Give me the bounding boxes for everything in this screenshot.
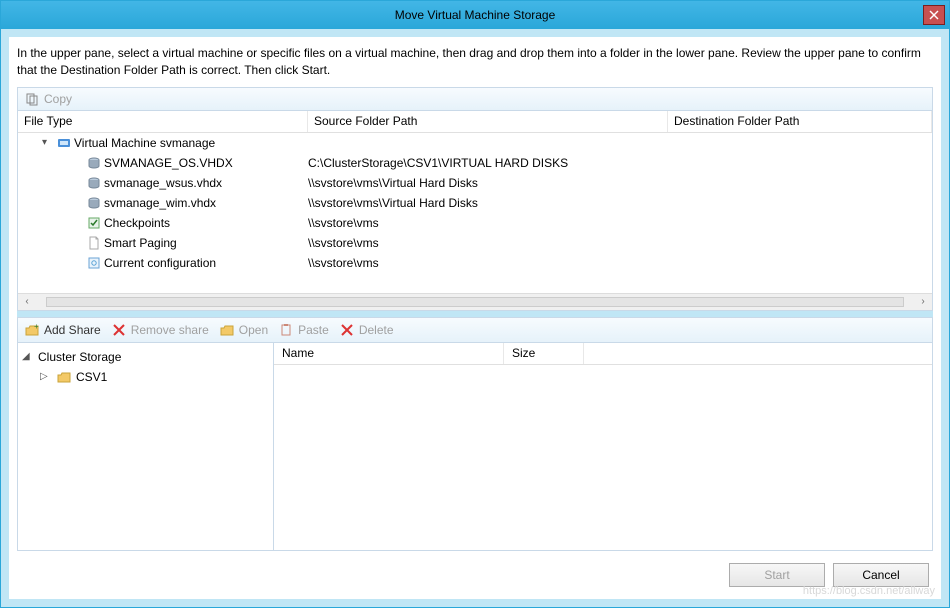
list-header-size[interactable]: Size [504, 343, 584, 364]
upper-column-headers: File Type Source Folder Path Destination… [18, 111, 932, 133]
expand-child-icon[interactable]: ▷ [40, 371, 52, 382]
scroll-right-icon[interactable]: › [916, 296, 930, 307]
lower-wrap: + Add Share Remove share Open [17, 317, 933, 591]
scroll-left-icon[interactable]: ‹ [20, 296, 34, 307]
col-header-destination[interactable]: Destination Folder Path [668, 111, 932, 132]
vm-item-name: Current configuration [104, 256, 216, 270]
tree-child[interactable]: ▷ CSV1 [22, 367, 269, 387]
vm-item-name: SVMANAGE_OS.VHDX [104, 156, 233, 170]
start-button[interactable]: Start [729, 563, 825, 587]
vm-item-row[interactable]: Current configuration \\svstore\vms [18, 253, 932, 273]
open-button[interactable]: Open [219, 322, 268, 338]
remove-share-button[interactable]: Remove share [111, 322, 209, 338]
disk-icon [86, 155, 102, 171]
scroll-thumb[interactable] [46, 297, 904, 307]
vm-item-source: \\svstore\vms\Virtual Hard Disks [308, 196, 668, 210]
folder-icon [56, 369, 72, 385]
delete-label: Delete [359, 323, 394, 337]
upper-horizontal-scrollbar[interactable]: ‹ › [18, 293, 932, 310]
paste-icon [278, 322, 294, 338]
lower-toolbar: + Add Share Remove share Open [17, 317, 933, 343]
upper-toolbar: Copy [17, 87, 933, 111]
gear-icon [86, 255, 102, 271]
upper-pane: File Type Source Folder Path Destination… [17, 111, 933, 311]
vm-item-row[interactable]: svmanage_wsus.vhdx \\svstore\vms\Virtual … [18, 173, 932, 193]
folder-contents[interactable]: Name Size [274, 343, 932, 550]
lower-panes: ◢ Cluster Storage ▷ CSV1 Name Size [17, 343, 933, 551]
vm-item-name: Smart Paging [104, 236, 177, 250]
delete-icon [339, 322, 355, 338]
window-title: Move Virtual Machine Storage [395, 8, 556, 22]
vm-item-row[interactable]: Smart Paging \\svstore\vms [18, 233, 932, 253]
vm-icon [56, 135, 72, 151]
vm-item-name: svmanage_wim.vhdx [104, 196, 216, 210]
delete-button[interactable]: Delete [339, 322, 394, 338]
collapse-icon[interactable]: ▾ [42, 137, 54, 148]
storage-tree[interactable]: ◢ Cluster Storage ▷ CSV1 [18, 343, 274, 550]
open-folder-icon [219, 322, 235, 338]
copy-label: Copy [44, 92, 72, 106]
page-icon [86, 235, 102, 251]
col-header-file-type[interactable]: File Type [18, 111, 308, 132]
disk-icon [86, 175, 102, 191]
close-icon [929, 10, 939, 20]
add-share-label: Add Share [44, 323, 101, 337]
close-button[interactable] [923, 5, 945, 25]
dialog-buttons: Start Cancel [17, 551, 933, 591]
list-column-headers: Name Size [274, 343, 932, 365]
vm-item-row[interactable]: SVMANAGE_OS.VHDX C:\ClusterStorage\CSV1\V… [18, 153, 932, 173]
cancel-button[interactable]: Cancel [833, 563, 929, 587]
vm-item-name: Checkpoints [104, 216, 170, 230]
add-share-icon: + [24, 322, 40, 338]
svg-text:+: + [34, 323, 39, 331]
list-header-name[interactable]: Name [274, 343, 504, 364]
col-header-source[interactable]: Source Folder Path [308, 111, 668, 132]
instructions-text: In the upper pane, select a virtual mach… [17, 45, 933, 79]
tree-root-label: Cluster Storage [38, 350, 121, 364]
copy-button[interactable]: Copy [24, 91, 72, 107]
vm-file-list[interactable]: ▾ Virtual Machine svmanage SVMANAGE_OS.V… [18, 133, 932, 293]
add-share-button[interactable]: + Add Share [24, 322, 101, 338]
paste-label: Paste [298, 323, 329, 337]
dialog-body: In the upper pane, select a virtual mach… [1, 29, 949, 607]
list-header-spacer [584, 343, 932, 364]
copy-icon [24, 91, 40, 107]
vm-root-label: Virtual Machine svmanage [74, 136, 215, 150]
remove-share-label: Remove share [131, 323, 209, 337]
vm-item-row[interactable]: Checkpoints \\svstore\vms [18, 213, 932, 233]
remove-share-icon [111, 322, 127, 338]
check-icon [86, 215, 102, 231]
expand-root-icon[interactable]: ◢ [22, 351, 34, 362]
tree-child-label: CSV1 [76, 370, 107, 384]
vm-item-name: svmanage_wsus.vhdx [104, 176, 222, 190]
window: Move Virtual Machine Storage In the uppe… [0, 0, 950, 608]
vm-item-row[interactable]: svmanage_wim.vhdx \\svstore\vms\Virtual H… [18, 193, 932, 213]
vm-item-source: \\svstore\vms [308, 236, 668, 250]
tree-root[interactable]: ◢ Cluster Storage [22, 347, 269, 367]
vm-root-row[interactable]: ▾ Virtual Machine svmanage [18, 133, 932, 153]
open-label: Open [239, 323, 268, 337]
vm-item-source: \\svstore\vms [308, 256, 668, 270]
vm-item-source: C:\ClusterStorage\CSV1\VIRTUAL HARD DISK… [308, 156, 668, 170]
disk-icon [86, 195, 102, 211]
vm-item-source: \\svstore\vms [308, 216, 668, 230]
titlebar: Move Virtual Machine Storage [1, 1, 949, 29]
paste-button[interactable]: Paste [278, 322, 329, 338]
vm-item-source: \\svstore\vms\Virtual Hard Disks [308, 176, 668, 190]
